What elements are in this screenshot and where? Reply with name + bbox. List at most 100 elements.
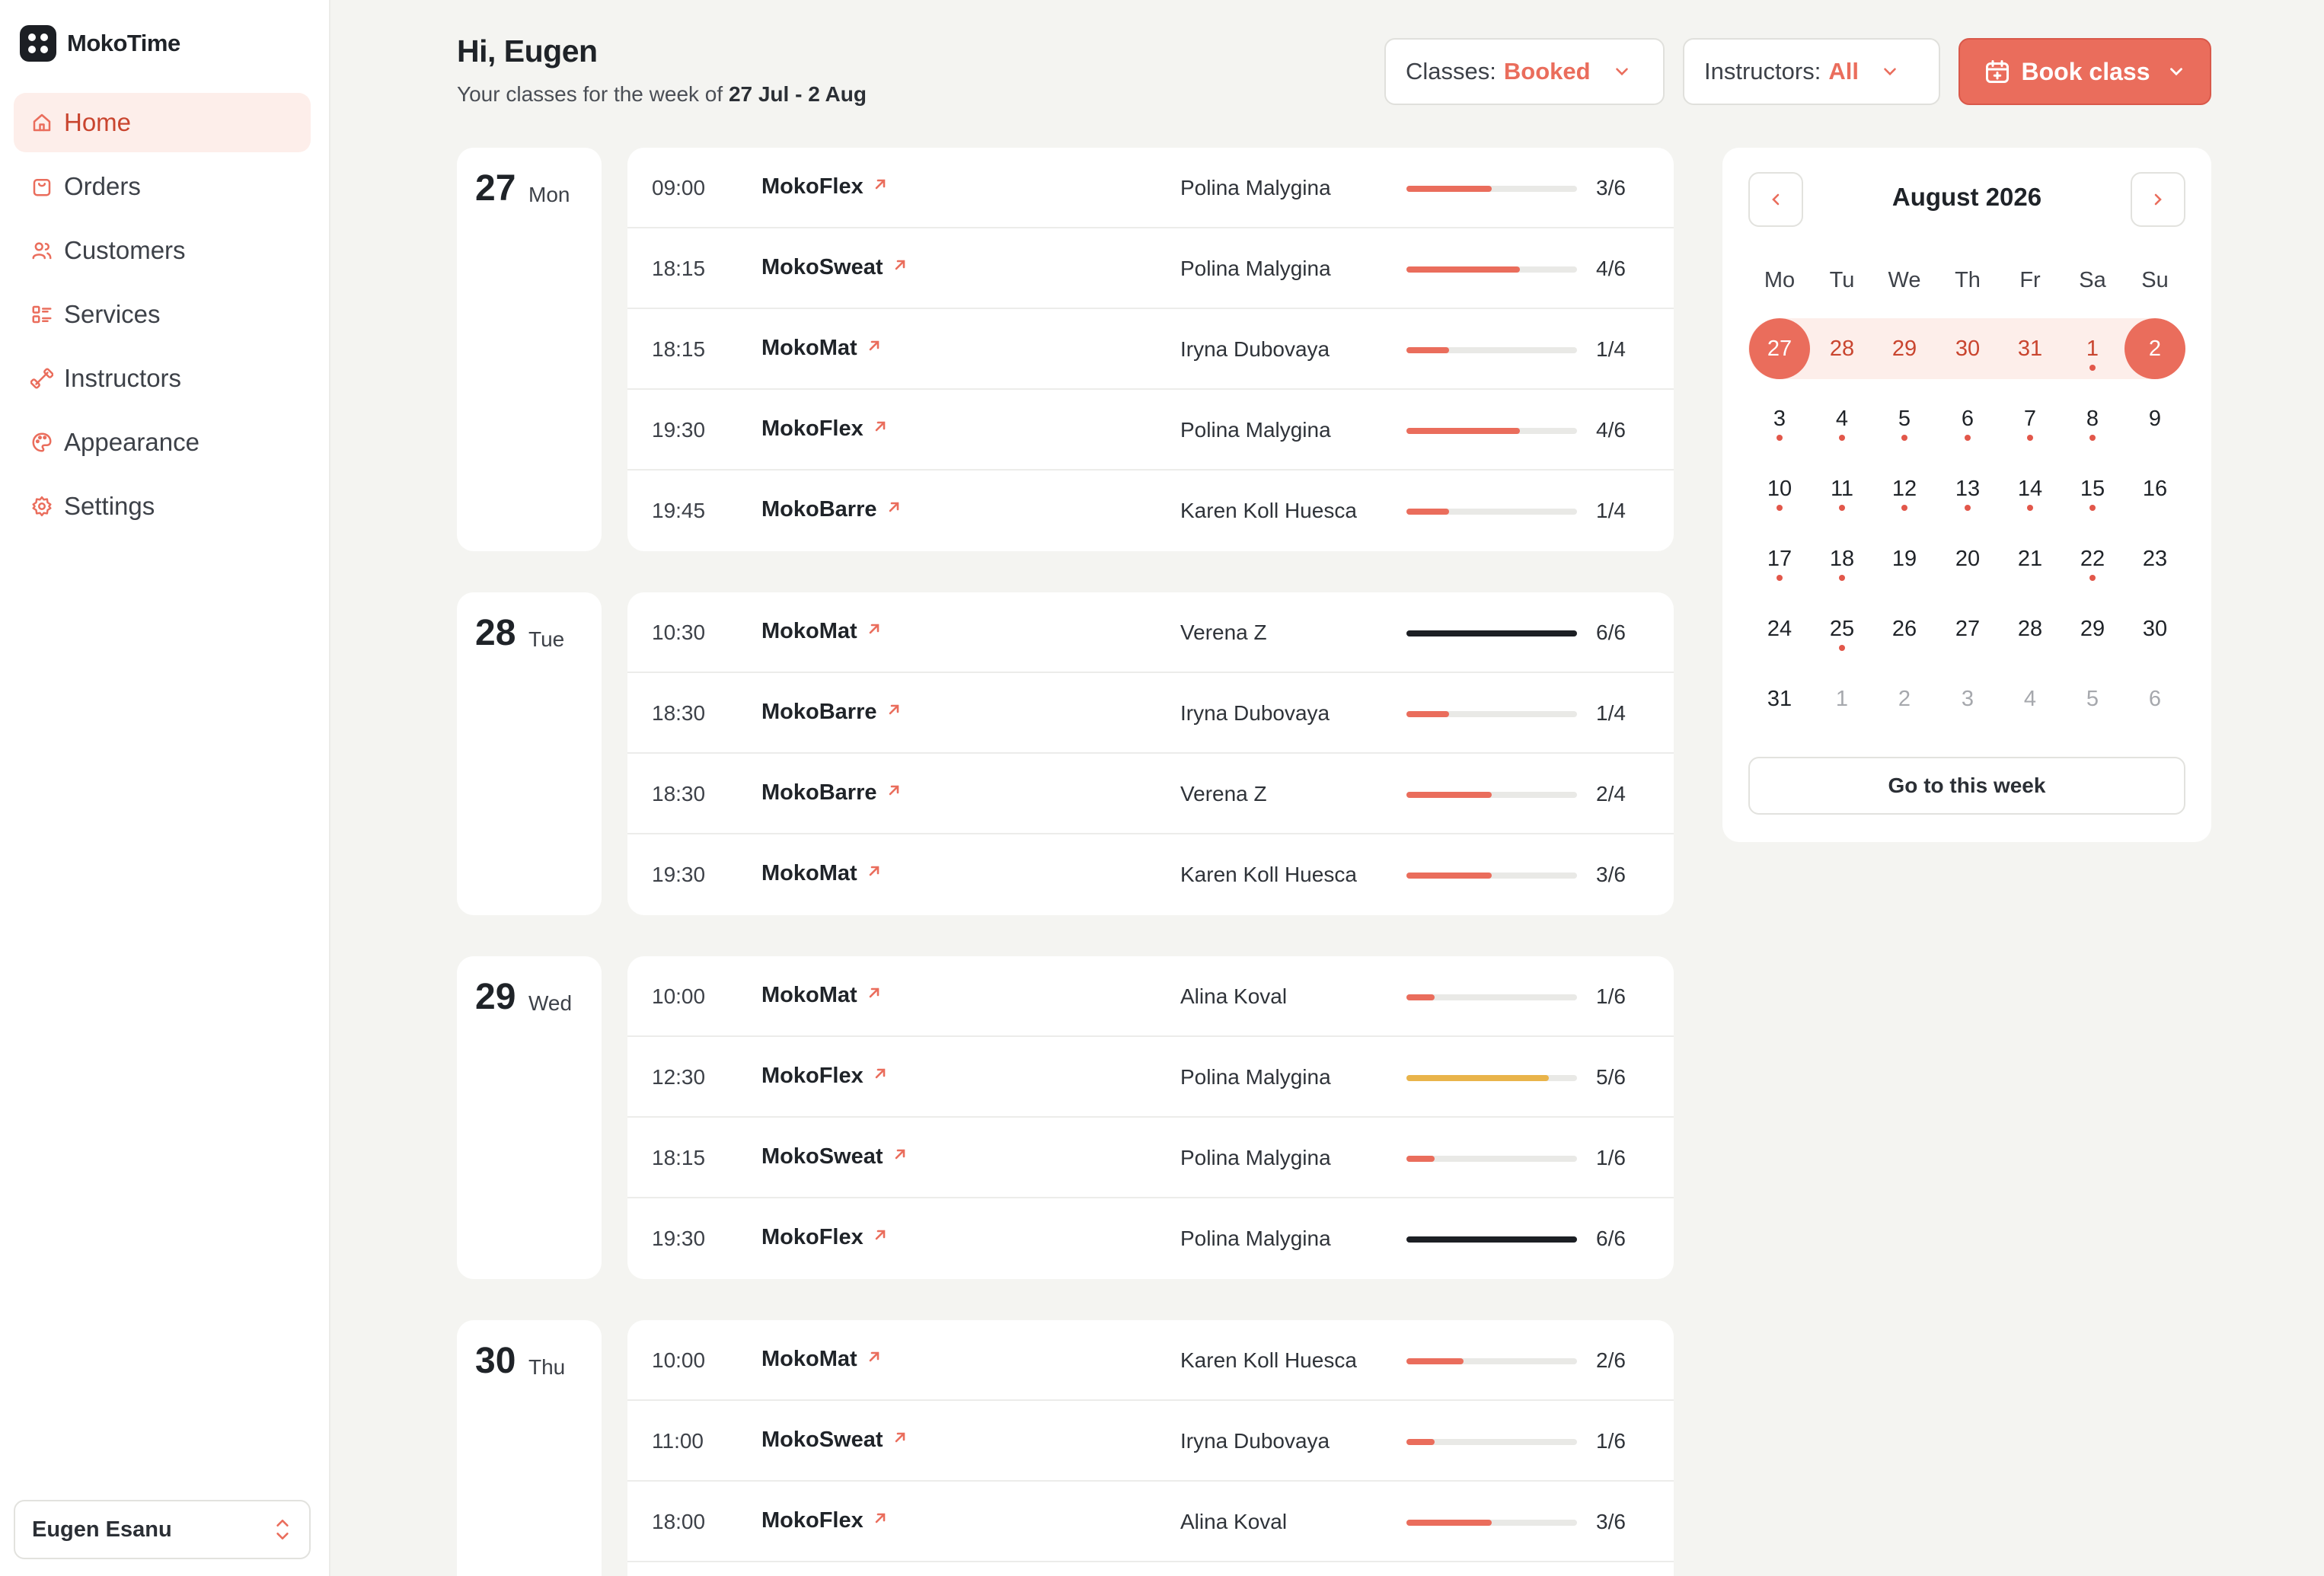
class-name-link[interactable]: MokoFlex	[761, 1225, 889, 1250]
calendar-day[interactable]: 25	[1811, 598, 1873, 659]
class-row[interactable]: 10:00 MokoMat Alina Koval 1/6	[627, 956, 1674, 1037]
calendar-day[interactable]: 30	[2124, 598, 2186, 659]
calendar-day[interactable]: 2	[1873, 668, 1936, 729]
arrow-up-right-icon	[885, 700, 903, 725]
calendar-day[interactable]: 14	[1999, 458, 2061, 519]
calendar-day[interactable]: 5	[2061, 668, 2124, 729]
class-row[interactable]: 10:00 MokoMat Karen Koll Huesca 2/6	[627, 1320, 1674, 1401]
calendar-day-number: 16	[2142, 477, 2168, 501]
calendar-day[interactable]: 3	[1936, 668, 1999, 729]
class-name-link[interactable]: MokoFlex	[761, 1508, 889, 1533]
calendar-day-number: 28	[2017, 617, 2043, 641]
calendar-day[interactable]: 11	[1811, 458, 1873, 519]
calendar-day[interactable]: 15	[2061, 458, 2124, 519]
class-name-link[interactable]: MokoFlex	[761, 1064, 889, 1089]
class-row[interactable]: 18:30 MokoBarre Iryna Dubovaya 1/4	[627, 673, 1674, 754]
class-name-link[interactable]: MokoMat	[761, 1347, 883, 1372]
class-name-link[interactable]: MokoMat	[761, 336, 883, 361]
calendar-day[interactable]: 18	[1811, 528, 1873, 589]
instructors-filter-dropdown[interactable]: Instructors: All	[1683, 38, 1940, 105]
calendar-day[interactable]: 3	[1748, 388, 1811, 449]
arrow-up-right-icon	[865, 861, 883, 886]
class-name-link[interactable]: MokoSweat	[761, 255, 909, 280]
calendar-weekday: Fr	[2019, 268, 2041, 292]
class-row[interactable]: 18:00 MokoFlex Alina Koval 3/6	[627, 1482, 1674, 1562]
sidebar-item-appearance[interactable]: Appearance	[14, 413, 311, 472]
class-row[interactable]: 09:00 MokoFlex Polina Malygina 3/6	[627, 148, 1674, 228]
class-row[interactable]: 19:30 MokoFlex Polina Malygina 6/6	[627, 1198, 1674, 1279]
calendar-day[interactable]: 26	[1873, 598, 1936, 659]
calendar-day[interactable]: 31	[1999, 318, 2061, 379]
calendar-day[interactable]: 21	[1999, 528, 2061, 589]
class-row[interactable]: 18:15 MokoMat Iryna Dubovaya 1/4	[627, 309, 1674, 390]
user-switcher[interactable]: Eugen Esanu	[14, 1500, 311, 1559]
sidebar-item-instructors[interactable]: Instructors	[14, 349, 311, 408]
calendar-day[interactable]: 24	[1748, 598, 1811, 659]
calendar-day[interactable]: 6	[2124, 668, 2186, 729]
brand[interactable]: MokoTime	[20, 25, 180, 62]
calendar-day[interactable]: 1	[1811, 668, 1873, 729]
go-to-this-week-button[interactable]: Go to this week	[1748, 757, 2185, 815]
class-name-link[interactable]: MokoSweat	[761, 1144, 909, 1169]
sidebar-item-customers[interactable]: Customers	[14, 221, 311, 280]
class-name-link[interactable]: MokoFlex	[761, 174, 889, 199]
calendar-day-number: 22	[2080, 547, 2105, 571]
calendar-day[interactable]: 12	[1873, 458, 1936, 519]
class-row[interactable]: 11:00 MokoSweat Iryna Dubovaya 1/6	[627, 1401, 1674, 1482]
calendar-day[interactable]: 7	[1999, 388, 2061, 449]
calendar-day[interactable]: 6	[1936, 388, 1999, 449]
calendar-day[interactable]: 4	[1999, 668, 2061, 729]
calendar-day[interactable]: 2	[2124, 318, 2186, 379]
class-row[interactable]	[627, 1562, 1674, 1576]
class-row[interactable]: 19:45 MokoBarre Karen Koll Huesca 1/4	[627, 471, 1674, 551]
calendar-day[interactable]: 4	[1811, 388, 1873, 449]
class-row[interactable]: 19:30 MokoMat Karen Koll Huesca 3/6	[627, 834, 1674, 915]
calendar-day[interactable]: 31	[1748, 668, 1811, 729]
calendar-day[interactable]: 13	[1936, 458, 1999, 519]
calendar-day-number: 24	[1767, 617, 1792, 641]
calendar-day[interactable]: 27	[1748, 318, 1811, 379]
class-name-link[interactable]: MokoMat	[761, 619, 883, 644]
calendar-day[interactable]: 28	[1999, 598, 2061, 659]
capacity-bar-fill	[1406, 1439, 1435, 1445]
calendar-day[interactable]: 8	[2061, 388, 2124, 449]
class-time: 18:30	[652, 782, 706, 806]
calendar-day[interactable]: 17	[1748, 528, 1811, 589]
calendar-day[interactable]: 16	[2124, 458, 2186, 519]
class-name-link[interactable]: MokoSweat	[761, 1428, 909, 1453]
calendar-day[interactable]: 5	[1873, 388, 1936, 449]
class-row[interactable]: 12:30 MokoFlex Polina Malygina 5/6	[627, 1037, 1674, 1118]
sidebar-item-settings[interactable]: Settings	[14, 477, 311, 536]
class-row[interactable]: 10:30 MokoMat Verena Z 6/6	[627, 592, 1674, 673]
class-name-link[interactable]: MokoBarre	[761, 700, 903, 725]
class-name-link[interactable]: MokoBarre	[761, 780, 903, 806]
book-class-button[interactable]: Book class	[1958, 38, 2211, 105]
calendar-day[interactable]: 27	[1936, 598, 1999, 659]
class-name: MokoFlex	[761, 174, 864, 199]
sidebar-item-home[interactable]: Home	[14, 93, 311, 152]
class-name-link[interactable]: MokoMat	[761, 861, 883, 886]
page-subtitle: Your classes for the week of 27 Jul - 2 …	[457, 82, 867, 107]
class-name-link[interactable]: MokoFlex	[761, 416, 889, 442]
calendar-day[interactable]: 20	[1936, 528, 1999, 589]
calendar-day[interactable]: 9	[2124, 388, 2186, 449]
calendar-day[interactable]: 29	[1873, 318, 1936, 379]
calendar-day[interactable]: 29	[2061, 598, 2124, 659]
class-row[interactable]: 18:30 MokoBarre Verena Z 2/4	[627, 754, 1674, 834]
calendar-day[interactable]: 10	[1748, 458, 1811, 519]
class-row[interactable]: 18:15 MokoSweat Polina Malygina 4/6	[627, 228, 1674, 309]
classes-filter-dropdown[interactable]: Classes: Booked	[1384, 38, 1665, 105]
calendar-day[interactable]: 19	[1873, 528, 1936, 589]
calendar-day[interactable]: 28	[1811, 318, 1873, 379]
calendar-day[interactable]: 23	[2124, 528, 2186, 589]
class-name-link[interactable]: MokoMat	[761, 983, 883, 1008]
calendar-day[interactable]: 1	[2061, 318, 2124, 379]
calendar-day[interactable]: 30	[1936, 318, 1999, 379]
sidebar-item-services[interactable]: Services	[14, 285, 311, 344]
class-row[interactable]: 18:15 MokoSweat Polina Malygina 1/6	[627, 1118, 1674, 1198]
next-month-button[interactable]	[2131, 172, 2185, 227]
class-row[interactable]: 19:30 MokoFlex Polina Malygina 4/6	[627, 390, 1674, 471]
class-name-link[interactable]: MokoBarre	[761, 497, 903, 522]
sidebar-item-orders[interactable]: Orders	[14, 157, 311, 216]
calendar-day[interactable]: 22	[2061, 528, 2124, 589]
